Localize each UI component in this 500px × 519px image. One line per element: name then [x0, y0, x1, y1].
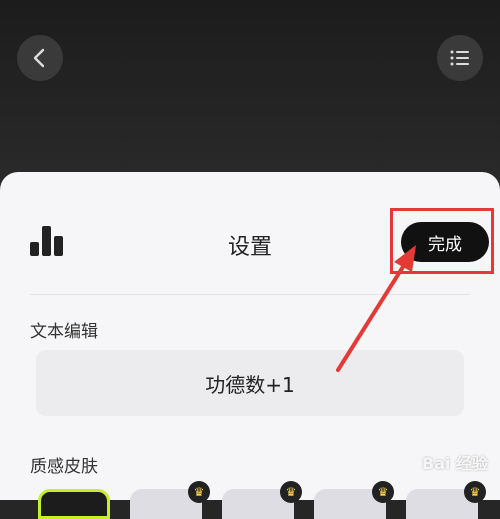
watermark: Bai 经验 [421, 454, 488, 473]
annotation-arrow [336, 245, 416, 372]
